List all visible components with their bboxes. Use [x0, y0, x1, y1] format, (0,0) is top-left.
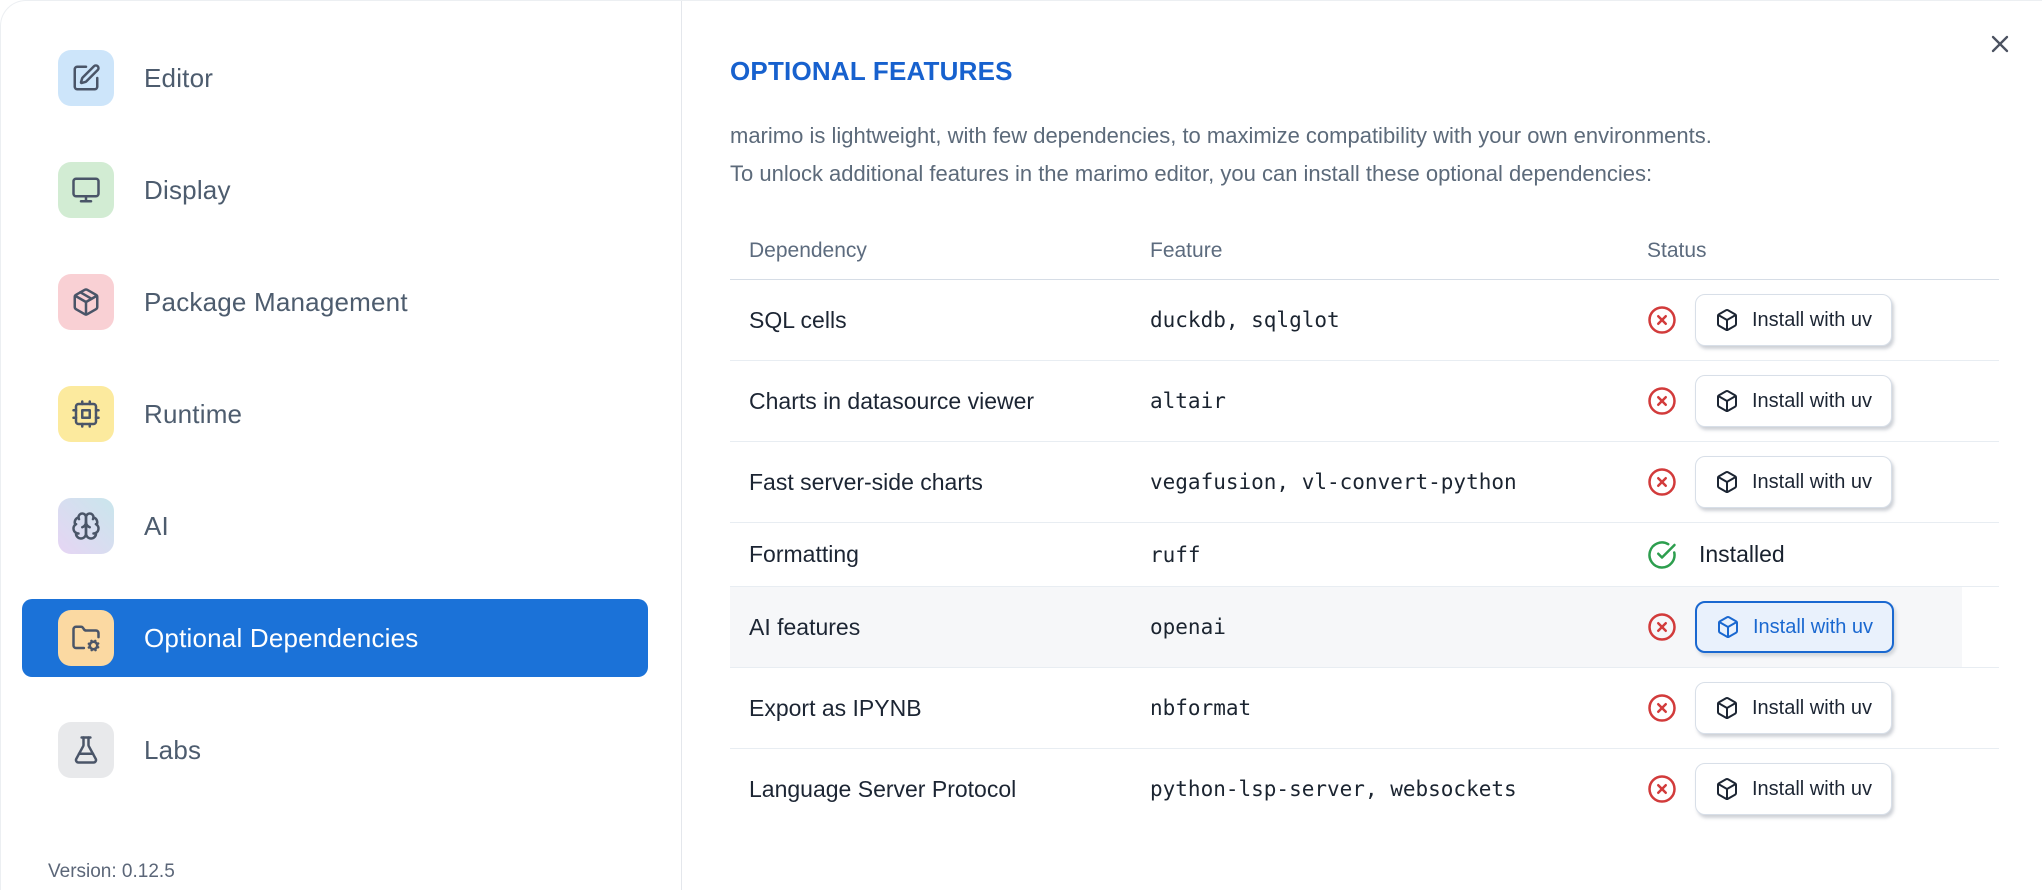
panel-description: marimo is lightweight, with few dependen… [730, 117, 1999, 193]
sidebar-item-display[interactable]: Display [22, 151, 648, 229]
box-icon [1715, 308, 1739, 332]
box-icon [1715, 696, 1739, 720]
page-title: OPTIONAL FEATURES [730, 56, 1013, 86]
sidebar-item-optional-dependencies[interactable]: Optional Dependencies [22, 599, 648, 677]
square-pen-icon-box [58, 50, 114, 106]
column-header-feature: Feature [1150, 239, 1223, 262]
feature-cell: duckdb, sqlglot [1150, 308, 1340, 332]
table-row: Export as IPYNB nbformat Install with uv [730, 668, 1999, 749]
settings-sidebar: Editor Display Package Management Runtim… [1, 1, 681, 890]
circle-x-icon [1647, 774, 1677, 804]
status-cell: Install with uv [1647, 763, 1999, 815]
table-row: Fast server-side charts vegafusion, vl-c… [730, 442, 1999, 523]
sidebar-item-label: Runtime [144, 398, 243, 429]
table-header-row: Dependency Feature Status [730, 223, 1999, 280]
install-with-uv-button[interactable]: Install with uv [1695, 294, 1893, 346]
column-header-status: Status [1647, 239, 1707, 262]
cpu-icon [71, 399, 101, 429]
table-row: AI features openai Install with uv [730, 587, 1999, 668]
status-cell: Install with uv [1647, 294, 1999, 346]
dependency-cell: Formatting [749, 541, 859, 567]
feature-cell: python-lsp-server, websockets [1150, 777, 1517, 801]
circle-x-icon [1647, 693, 1677, 723]
close-button[interactable] [1983, 27, 2017, 61]
folder-cog-icon-box [58, 610, 114, 666]
install-with-uv-button[interactable]: Install with uv [1695, 763, 1893, 815]
install-with-uv-button[interactable]: Install with uv [1695, 456, 1893, 508]
sidebar-item-label: Package Management [144, 286, 408, 317]
sidebar-item-editor[interactable]: Editor [22, 39, 648, 117]
install-with-uv-button[interactable]: Install with uv [1695, 375, 1893, 427]
install-button-label: Install with uv [1752, 389, 1873, 412]
column-header-dependency: Dependency [749, 239, 867, 262]
feature-cell: ruff [1150, 542, 1201, 567]
dependency-cell: Export as IPYNB [749, 694, 922, 721]
box-icon [1715, 389, 1739, 413]
circle-x-icon [1647, 467, 1677, 497]
table-body: SQL cells duckdb, sqlglot Install with u… [730, 280, 1999, 829]
circle-check-icon [1647, 540, 1677, 570]
square-pen-icon [71, 63, 101, 93]
brain-icon [71, 511, 101, 541]
monitor-icon-box [58, 162, 114, 218]
installed-label: Installed [1699, 541, 1785, 567]
sidebar-item-label: Optional Dependencies [144, 622, 419, 653]
sidebar-item-label: Labs [144, 734, 202, 765]
flask-icon [71, 735, 101, 765]
box-icon [1715, 470, 1739, 494]
package-icon [71, 287, 101, 317]
status-cell: Install with uv [1647, 682, 1999, 734]
description-line: To unlock additional features in the mar… [730, 161, 1653, 186]
circle-x-icon [1647, 305, 1677, 335]
feature-cell: openai [1150, 615, 1226, 639]
install-with-uv-button[interactable]: Install with uv [1695, 682, 1893, 734]
description-line: marimo is lightweight, with few dependen… [730, 123, 1712, 148]
install-button-label: Install with uv [1752, 308, 1873, 331]
install-button-label: Install with uv [1752, 777, 1873, 800]
feature-cell: altair [1150, 389, 1226, 413]
install-button-label: Install with uv [1752, 470, 1873, 493]
settings-dialog: Editor Display Package Management Runtim… [0, 0, 2042, 890]
optional-features-panel: OPTIONAL FEATURES marimo is lightweight,… [682, 1, 2042, 890]
monitor-icon [71, 175, 101, 205]
feature-cell: nbformat [1150, 696, 1252, 720]
dependencies-table: Dependency Feature Status SQL cells duck… [730, 223, 1999, 829]
sidebar-item-runtime[interactable]: Runtime [22, 375, 648, 453]
sidebar-item-package-management[interactable]: Package Management [22, 263, 648, 341]
brain-icon-box [58, 498, 114, 554]
sidebar-item-labs[interactable]: Labs [22, 711, 648, 789]
sidebar-item-label: Editor [144, 62, 214, 93]
sidebar-item-label: AI [144, 510, 169, 541]
version-label: Version: 0.12.5 [48, 861, 175, 882]
status-cell: Installed [1647, 540, 1999, 570]
cpu-icon-box [58, 386, 114, 442]
dependency-cell: Charts in datasource viewer [749, 387, 1035, 414]
table-row: Charts in datasource viewer altair Insta… [730, 361, 1999, 442]
status-cell: Install with uv [1647, 375, 1999, 427]
folder-cog-icon [71, 623, 101, 653]
dependency-cell: Language Server Protocol [749, 775, 1017, 802]
box-icon [1715, 777, 1739, 801]
sidebar-nav: Editor Display Package Management Runtim… [22, 39, 648, 823]
status-cell: Install with uv [1647, 456, 1999, 508]
status-cell: Install with uv [1647, 601, 1999, 653]
box-icon [1716, 615, 1740, 639]
install-with-uv-button[interactable]: Install with uv [1695, 601, 1895, 653]
dependency-cell: AI features [749, 613, 861, 640]
feature-cell: vegafusion, vl-convert-python [1150, 470, 1517, 494]
sidebar-item-label: Display [144, 174, 231, 205]
close-icon [1986, 30, 2014, 58]
circle-x-icon [1647, 386, 1677, 416]
dependency-cell: SQL cells [749, 306, 847, 333]
dependency-cell: Fast server-side charts [749, 468, 983, 495]
table-row: SQL cells duckdb, sqlglot Install with u… [730, 280, 1999, 361]
table-row: Language Server Protocol python-lsp-serv… [730, 749, 1999, 829]
flask-icon-box [58, 722, 114, 778]
circle-x-icon [1647, 612, 1677, 642]
sidebar-item-ai[interactable]: AI [22, 487, 648, 565]
install-button-label: Install with uv [1752, 696, 1873, 719]
table-row: Formatting ruff Installed [730, 523, 1999, 587]
package-icon-box [58, 274, 114, 330]
install-button-label: Install with uv [1753, 615, 1874, 638]
